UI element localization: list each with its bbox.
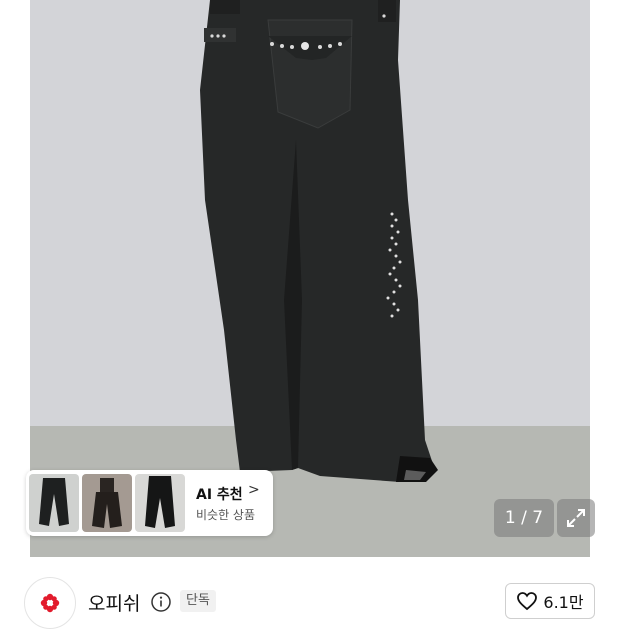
ai-recommend-title[interactable]: AI 추천 (196, 484, 243, 504)
flower-logo-icon (40, 593, 60, 613)
chevron-right-icon: > (248, 482, 260, 498)
expand-button[interactable] (557, 499, 595, 537)
like-button[interactable]: 6.1만 (505, 583, 595, 619)
similar-product-thumbnail[interactable] (135, 474, 185, 532)
similar-product-thumbnail[interactable] (29, 474, 79, 532)
brand-name[interactable]: 오피쉬 (88, 589, 140, 616)
similar-product-thumbnail[interactable] (82, 474, 132, 532)
expand-icon (567, 509, 585, 527)
product-image-gallery[interactable]: AI 추천 > 비슷한 상품 1 / 7 (0, 0, 620, 557)
brand-bar: 오피쉬 단독 6.1만 (0, 557, 620, 629)
info-icon[interactable] (150, 591, 172, 613)
brand-logo[interactable] (24, 577, 76, 629)
ai-recommend-subtitle: 비슷한 상품 (196, 508, 256, 522)
heart-icon (517, 592, 538, 611)
image-counter: 1 / 7 (494, 499, 554, 537)
exclusive-badge: 단독 (180, 590, 216, 612)
image-counter-text: 1 / 7 (504, 508, 544, 528)
ai-recommend-card[interactable]: AI 추천 > 비슷한 상품 (26, 470, 273, 536)
like-count: 6.1만 (543, 593, 584, 612)
